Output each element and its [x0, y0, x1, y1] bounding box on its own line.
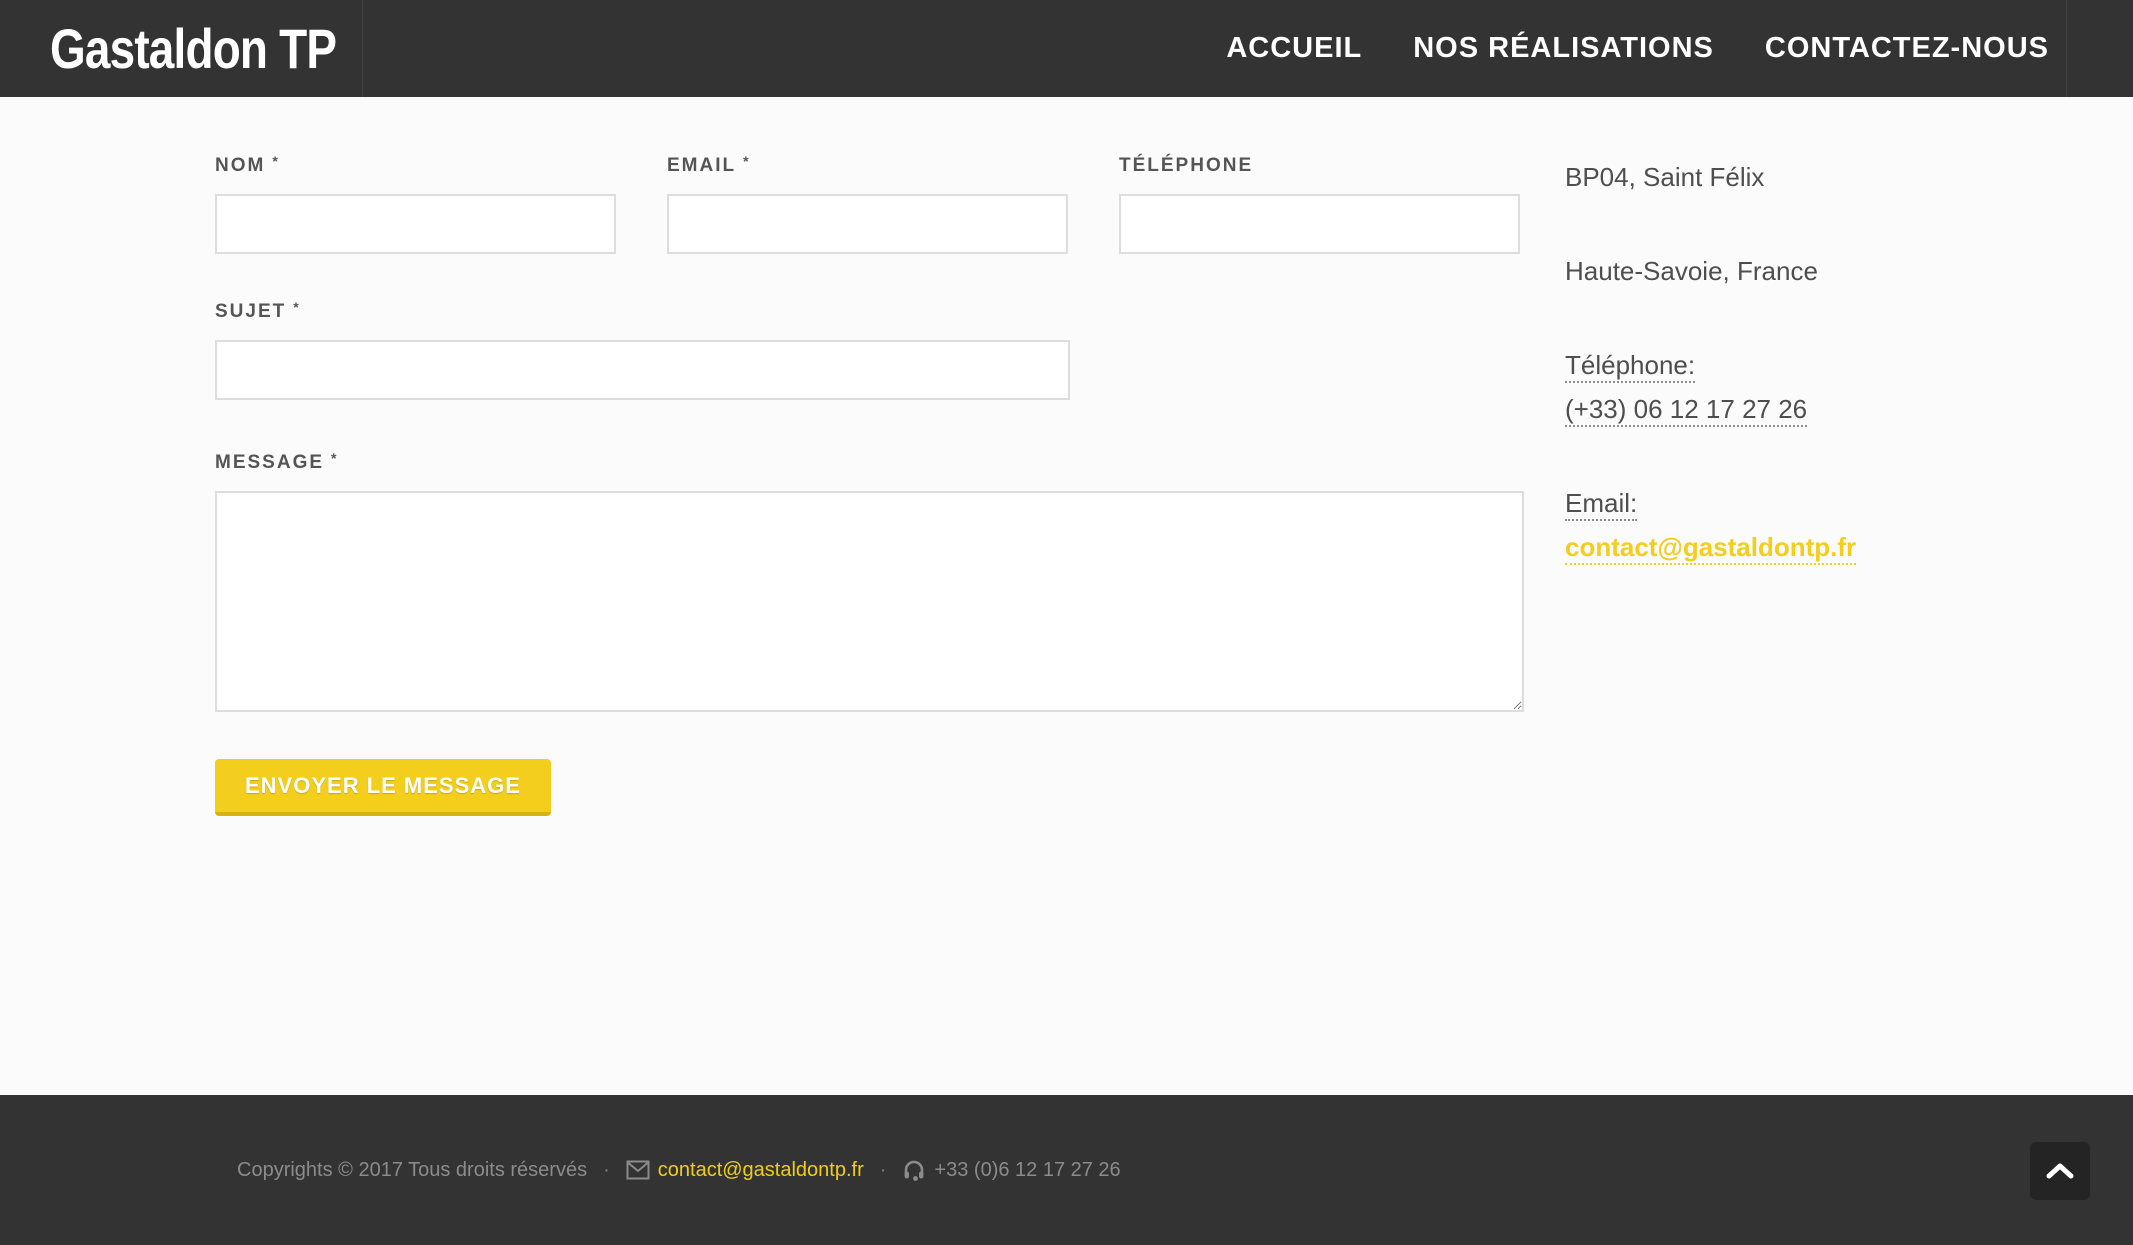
email-label-text: EMAIL [667, 155, 736, 176]
site-header: Gastaldon TP ACCUEIL NOS RÉALISATIONS CO… [0, 0, 2133, 97]
footer-phone-text: +33 (0)6 12 17 27 26 [934, 1159, 1120, 1182]
email-input[interactable] [667, 194, 1068, 254]
logo-text: Gastaldon TP [50, 16, 336, 81]
email-address-link[interactable]: contact@gastaldontp.fr [1565, 532, 1856, 565]
phone-label-link[interactable]: Téléphone: [1565, 350, 1695, 383]
footer-email-link[interactable]: contact@gastaldontp.fr [626, 1159, 864, 1182]
sujet-label-text: SUJET [215, 301, 286, 322]
message-textarea[interactable] [215, 491, 1524, 712]
separator-dot: · [880, 1159, 887, 1182]
contact-form: NOM * EMAIL * TÉLÉPHONE SUJET * MESSAGE * EN… [215, 155, 1524, 1095]
footer-phone[interactable]: +33 (0)6 12 17 27 26 [902, 1158, 1120, 1182]
main-content: NOM * EMAIL * TÉLÉPHONE SUJET * MESSAGE * EN… [0, 97, 2133, 1095]
site-footer: Copyrights © 2017 Tous droits réservés ·… [0, 1095, 2133, 1245]
field-telephone: TÉLÉPHONE [1119, 155, 1520, 254]
field-nom: NOM * [215, 155, 616, 254]
address-line-1: BP04, Saint Félix [1565, 155, 1856, 199]
email-block: Email: contact@gastaldontp.fr [1565, 481, 1856, 569]
header-divider [2066, 0, 2067, 97]
nav-item-contactez-nous[interactable]: CONTACTEZ-NOUS [1765, 32, 2049, 65]
logo-link[interactable]: Gastaldon TP [0, 0, 363, 97]
copyright-text: Copyrights © 2017 Tous droits réservés [237, 1159, 587, 1182]
main-nav: ACCUEIL NOS RÉALISATIONS CONTACTEZ-NOUS [1226, 32, 2133, 65]
message-required-asterisk: * [331, 450, 336, 466]
sujet-label: SUJET * [215, 301, 1524, 323]
nav-item-accueil[interactable]: ACCUEIL [1226, 32, 1362, 65]
sujet-input[interactable] [215, 340, 1070, 400]
scroll-top-button[interactable] [2030, 1142, 2090, 1200]
nom-input[interactable] [215, 194, 616, 254]
address-line-2: Haute-Savoie, France [1565, 249, 1856, 293]
sujet-required-asterisk: * [293, 299, 298, 315]
contact-info: BP04, Saint Félix Haute-Savoie, France T… [1565, 155, 1856, 1095]
footer-text-line: Copyrights © 2017 Tous droits réservés ·… [237, 1158, 2133, 1182]
headset-icon [902, 1158, 926, 1182]
telephone-input[interactable] [1119, 194, 1520, 254]
field-message: MESSAGE * [215, 452, 1524, 717]
telephone-label: TÉLÉPHONE [1119, 155, 1520, 177]
chevron-up-icon [2045, 1162, 2075, 1180]
message-label-text: MESSAGE [215, 452, 324, 473]
send-message-button[interactable]: ENVOYER LE MESSAGE [215, 759, 551, 816]
message-label: MESSAGE * [215, 452, 1524, 474]
email-label-link[interactable]: Email: [1565, 488, 1637, 521]
email-required-asterisk: * [743, 153, 748, 169]
nav-item-nos-realisations[interactable]: NOS RÉALISATIONS [1413, 32, 1714, 65]
footer-email-text: contact@gastaldontp.fr [658, 1159, 864, 1182]
nom-label-text: NOM [215, 155, 265, 176]
telephone-label-text: TÉLÉPHONE [1119, 155, 1253, 176]
phone-block: Téléphone: (+33) 06 12 17 27 26 [1565, 343, 1856, 431]
email-label: EMAIL * [667, 155, 1068, 177]
field-email: EMAIL * [667, 155, 1068, 254]
phone-number-link[interactable]: (+33) 06 12 17 27 26 [1565, 394, 1807, 427]
nom-label: NOM * [215, 155, 616, 177]
nom-required-asterisk: * [272, 153, 277, 169]
form-row-1: NOM * EMAIL * TÉLÉPHONE [215, 155, 1524, 254]
envelope-icon [626, 1160, 650, 1180]
separator-dot: · [603, 1159, 610, 1182]
field-sujet: SUJET * [215, 301, 1524, 400]
